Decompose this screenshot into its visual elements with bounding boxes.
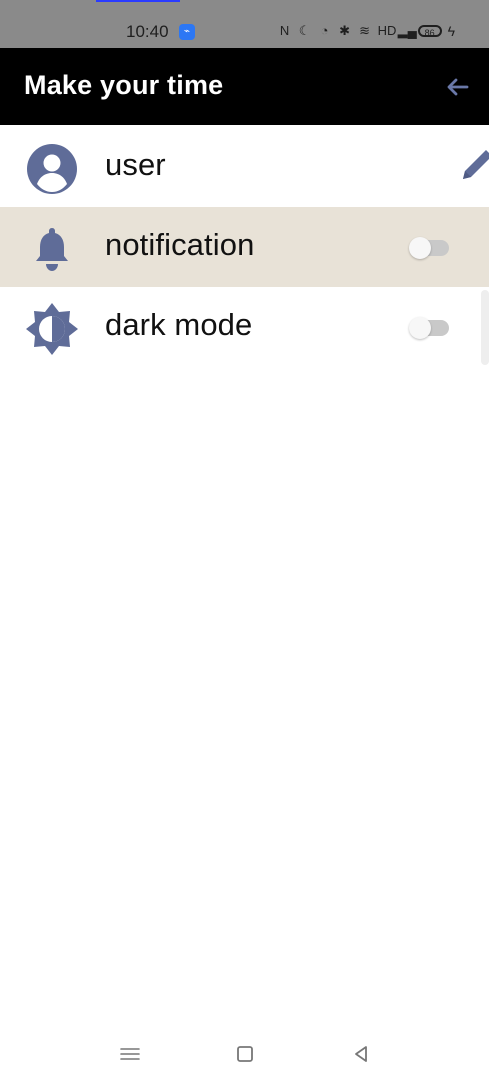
settings-label-user: user [105,147,166,182]
back-triangle-icon[interactable] [349,1042,373,1066]
brightness-icon [26,303,78,355]
arrow-left-icon[interactable] [443,72,473,102]
edit-pencil-icon[interactable] [455,145,489,185]
nfc-icon: N [279,23,290,38]
hd-icon: HD [377,23,397,38]
app-status-icon: ⌁ [179,24,195,40]
status-time: 10:40 [126,22,169,41]
status-bar: 10:40 ⌁ N ☾ ◔ ✱ ≋ HD ▂▄ 86 ϟ [0,0,489,48]
notification-toggle[interactable] [409,237,451,259]
settings-label-dark-mode: dark mode [105,307,253,342]
alarm-icon: ◔ [320,23,329,38]
settings-row-user[interactable]: user [0,127,489,207]
notification-toggle-thumb [409,237,431,259]
home-square-icon[interactable] [233,1042,257,1066]
app-bar: Make your time [0,48,489,125]
signal-icon: ▂▄ [397,23,417,38]
status-top-indicator [96,0,180,2]
moon-icon: ☾ [298,23,311,38]
settings-label-notification: notification [105,227,255,262]
account-circle-icon [27,144,77,194]
app-title: Make your time [24,70,224,100]
settings-row-notification[interactable]: notification [0,207,489,287]
status-icons: N ☾ ◔ ✱ ≋ HD ▂▄ 86 ϟ [278,23,455,39]
dark-mode-toggle[interactable] [409,317,451,339]
wifi-icon: ≋ [359,23,371,38]
system-navigation-bar [0,1018,489,1080]
battery-icon: 86 [417,25,442,38]
bluetooth-icon: ✱ [339,23,351,38]
battery-level: 86 [424,28,435,38]
menu-icon[interactable] [118,1042,142,1066]
bell-icon [36,228,68,271]
edge-scroll-handle[interactable] [481,290,489,365]
dark-mode-toggle-thumb [409,317,431,339]
settings-screen: 10:40 ⌁ N ☾ ◔ ✱ ≋ HD ▂▄ 86 ϟ Make your t… [0,0,489,1080]
settings-row-dark-mode[interactable]: dark mode [0,287,489,367]
charging-bolt-icon: ϟ [447,23,455,39]
